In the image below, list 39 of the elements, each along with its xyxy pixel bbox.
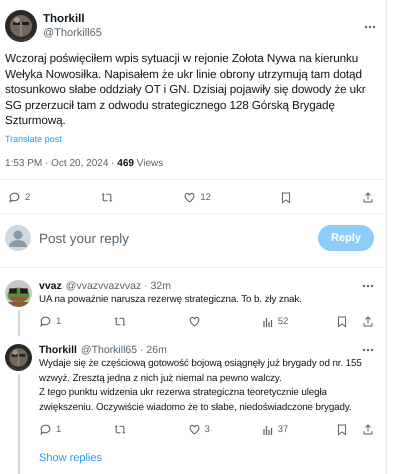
views-count: 52 xyxy=(278,316,288,327)
share-icon[interactable] xyxy=(362,190,374,204)
author-name[interactable]: vvaz xyxy=(39,280,62,292)
bookmark-icon[interactable] xyxy=(280,190,292,204)
reply-text: UA na poważnie narusza rezerwę strategiczna. To b. zły znak. xyxy=(39,292,303,306)
reply-count: 1 xyxy=(56,316,62,327)
reply-icon[interactable] xyxy=(39,315,52,328)
heart-icon[interactable] xyxy=(188,315,200,328)
bookmark-icon[interactable] xyxy=(336,423,348,436)
heart-icon[interactable] xyxy=(188,423,200,436)
post-text: Wczoraj poświęciłem wpis sytuacji w rejonie Zołota Nywa na kierunku Wełyka Nowosiłka. Napisałem że ukr linie obrony utrzymują tam dotąd stosunkowo słabe oddziały OT i GN. Dzisiaj pojawiły się dowody że ukr SG przerzucił tam z odwodu strategicznego 128 Górską Brygadę Szturmową. xyxy=(4,51,367,128)
more-icon[interactable] xyxy=(362,348,374,352)
reply-count: 2 xyxy=(25,192,30,202)
views-count: 37 xyxy=(278,424,288,435)
like-count: 3 xyxy=(204,424,210,435)
post-meta: 1:53 PM · Oct 20, 2024 · 469 Views xyxy=(0,146,386,180)
author-handle[interactable]: @Thorkill65 · 26m xyxy=(80,344,358,356)
more-icon[interactable] xyxy=(362,284,374,288)
more-icon[interactable] xyxy=(364,25,376,29)
repost-icon[interactable] xyxy=(113,315,128,328)
repost-icon[interactable] xyxy=(113,423,128,436)
reply-icon[interactable] xyxy=(39,423,52,436)
avatar-icon xyxy=(5,225,31,251)
share-icon[interactable] xyxy=(362,423,374,436)
views-icon[interactable] xyxy=(262,424,274,436)
reply-text: Z tego punktu widzenia ukr rezerwa strategiczna teoretycznie uległa zwiększeniu. Oczywiście wiadomo że to słabe, niedoświadczone brygady. xyxy=(39,386,353,414)
views-icon[interactable] xyxy=(262,316,274,328)
bookmark-icon[interactable] xyxy=(336,315,348,328)
author-handle[interactable]: @vvazvvazvvaz · 32m xyxy=(66,280,358,292)
repost-icon[interactable] xyxy=(100,190,114,204)
author-handle[interactable]: @Thorkill65 xyxy=(43,27,358,39)
author-name[interactable]: Thorkill xyxy=(43,13,358,25)
like-count: 12 xyxy=(200,192,211,202)
reply-count: 1 xyxy=(56,424,62,435)
author-name[interactable]: Thorkill xyxy=(39,344,77,356)
share-icon[interactable] xyxy=(362,315,374,328)
reply-text: Wydaje się że częściową gotowość bojową osiągnęły już brygady od nr. 155 wzwyż. Zresztą jedna z nich już niemal na pewno walczy. xyxy=(39,357,363,386)
reply-icon[interactable] xyxy=(8,190,21,204)
heart-icon[interactable] xyxy=(183,190,196,204)
